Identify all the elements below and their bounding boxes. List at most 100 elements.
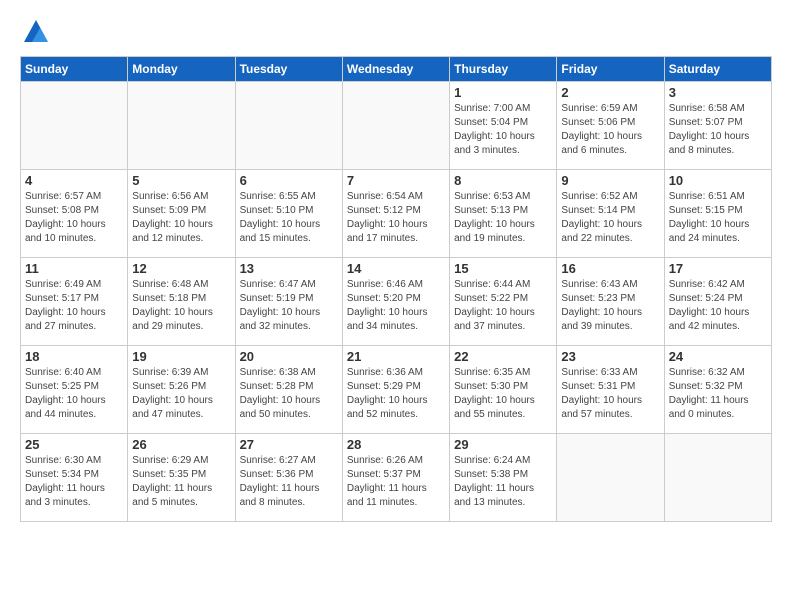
day-number: 18 <box>25 349 123 364</box>
day-number: 26 <box>132 437 230 452</box>
logo <box>20 18 50 46</box>
calendar-cell <box>21 82 128 170</box>
header <box>20 18 772 46</box>
weekday-header-row: SundayMondayTuesdayWednesdayThursdayFrid… <box>21 57 772 82</box>
weekday-header-wednesday: Wednesday <box>342 57 449 82</box>
day-number: 14 <box>347 261 445 276</box>
week-row-1: 4 Sunrise: 6:57 AM Sunset: 5:08 PM Daylig… <box>21 170 772 258</box>
weekday-header-tuesday: Tuesday <box>235 57 342 82</box>
cell-info: Sunrise: 6:46 AM Sunset: 5:20 PM Dayligh… <box>347 278 445 334</box>
day-number: 16 <box>561 261 659 276</box>
weekday-header-thursday: Thursday <box>450 57 557 82</box>
calendar-cell: 18 Sunrise: 6:40 AM Sunset: 5:25 PM Dayli… <box>21 346 128 434</box>
cell-info: Sunrise: 6:43 AM Sunset: 5:23 PM Dayligh… <box>561 278 659 334</box>
cell-info: Sunrise: 6:30 AM Sunset: 5:34 PM Dayligh… <box>25 454 123 510</box>
weekday-header-monday: Monday <box>128 57 235 82</box>
cell-info: Sunrise: 6:53 AM Sunset: 5:13 PM Dayligh… <box>454 190 552 246</box>
calendar-cell: 14 Sunrise: 6:46 AM Sunset: 5:20 PM Dayli… <box>342 258 449 346</box>
cell-info: Sunrise: 6:49 AM Sunset: 5:17 PM Dayligh… <box>25 278 123 334</box>
cell-info: Sunrise: 6:57 AM Sunset: 5:08 PM Dayligh… <box>25 190 123 246</box>
day-number: 5 <box>132 173 230 188</box>
page: SundayMondayTuesdayWednesdayThursdayFrid… <box>0 0 792 532</box>
cell-info: Sunrise: 6:58 AM Sunset: 5:07 PM Dayligh… <box>669 102 767 158</box>
day-number: 19 <box>132 349 230 364</box>
cell-info: Sunrise: 6:59 AM Sunset: 5:06 PM Dayligh… <box>561 102 659 158</box>
cell-info: Sunrise: 6:29 AM Sunset: 5:35 PM Dayligh… <box>132 454 230 510</box>
day-number: 6 <box>240 173 338 188</box>
day-number: 1 <box>454 85 552 100</box>
cell-info: Sunrise: 7:00 AM Sunset: 5:04 PM Dayligh… <box>454 102 552 158</box>
calendar-cell: 29Sunrise: 6:24 AM Sunset: 5:38 PM Dayli… <box>450 434 557 522</box>
calendar-cell: 22 Sunrise: 6:35 AM Sunset: 5:30 PM Dayli… <box>450 346 557 434</box>
calendar-cell: 12Sunrise: 6:48 AM Sunset: 5:18 PM Dayli… <box>128 258 235 346</box>
logo-icon <box>22 18 50 46</box>
cell-info: Sunrise: 6:35 AM Sunset: 5:30 PM Dayligh… <box>454 366 552 422</box>
cell-info: Sunrise: 6:27 AM Sunset: 5:36 PM Dayligh… <box>240 454 338 510</box>
cell-info: Sunrise: 6:51 AM Sunset: 5:15 PM Dayligh… <box>669 190 767 246</box>
cell-info: Sunrise: 6:24 AM Sunset: 5:38 PM Dayligh… <box>454 454 552 510</box>
day-number: 20 <box>240 349 338 364</box>
day-number: 4 <box>25 173 123 188</box>
week-row-2: 11 Sunrise: 6:49 AM Sunset: 5:17 PM Dayli… <box>21 258 772 346</box>
calendar-cell: 1 Sunrise: 7:00 AM Sunset: 5:04 PM Daylig… <box>450 82 557 170</box>
calendar: SundayMondayTuesdayWednesdayThursdayFrid… <box>20 56 772 522</box>
day-number: 9 <box>561 173 659 188</box>
calendar-cell: 26 Sunrise: 6:29 AM Sunset: 5:35 PM Dayli… <box>128 434 235 522</box>
week-row-3: 18 Sunrise: 6:40 AM Sunset: 5:25 PM Dayli… <box>21 346 772 434</box>
day-number: 22 <box>454 349 552 364</box>
day-number: 21 <box>347 349 445 364</box>
calendar-cell: 10 Sunrise: 6:51 AM Sunset: 5:15 PM Dayli… <box>664 170 771 258</box>
weekday-header-saturday: Saturday <box>664 57 771 82</box>
cell-info: Sunrise: 6:47 AM Sunset: 5:19 PM Dayligh… <box>240 278 338 334</box>
calendar-cell: 9 Sunrise: 6:52 AM Sunset: 5:14 PM Daylig… <box>557 170 664 258</box>
calendar-cell: 24 Sunrise: 6:32 AM Sunset: 5:32 PM Dayli… <box>664 346 771 434</box>
cell-info: Sunrise: 6:54 AM Sunset: 5:12 PM Dayligh… <box>347 190 445 246</box>
cell-info: Sunrise: 6:38 AM Sunset: 5:28 PM Dayligh… <box>240 366 338 422</box>
weekday-header-sunday: Sunday <box>21 57 128 82</box>
day-number: 11 <box>25 261 123 276</box>
day-number: 27 <box>240 437 338 452</box>
calendar-cell: 8 Sunrise: 6:53 AM Sunset: 5:13 PM Daylig… <box>450 170 557 258</box>
calendar-cell <box>235 82 342 170</box>
calendar-cell: 19 Sunrise: 6:39 AM Sunset: 5:26 PM Dayli… <box>128 346 235 434</box>
day-number: 10 <box>669 173 767 188</box>
day-number: 15 <box>454 261 552 276</box>
calendar-cell <box>664 434 771 522</box>
cell-info: Sunrise: 6:55 AM Sunset: 5:10 PM Dayligh… <box>240 190 338 246</box>
day-number: 8 <box>454 173 552 188</box>
day-number: 28 <box>347 437 445 452</box>
day-number: 13 <box>240 261 338 276</box>
calendar-cell: 28 Sunrise: 6:26 AM Sunset: 5:37 PM Dayli… <box>342 434 449 522</box>
calendar-cell: 16 Sunrise: 6:43 AM Sunset: 5:23 PM Dayli… <box>557 258 664 346</box>
day-number: 24 <box>669 349 767 364</box>
day-number: 23 <box>561 349 659 364</box>
cell-info: Sunrise: 6:42 AM Sunset: 5:24 PM Dayligh… <box>669 278 767 334</box>
cell-info: Sunrise: 6:26 AM Sunset: 5:37 PM Dayligh… <box>347 454 445 510</box>
calendar-cell: 23Sunrise: 6:33 AM Sunset: 5:31 PM Dayli… <box>557 346 664 434</box>
cell-info: Sunrise: 6:36 AM Sunset: 5:29 PM Dayligh… <box>347 366 445 422</box>
calendar-cell: 17Sunrise: 6:42 AM Sunset: 5:24 PM Dayli… <box>664 258 771 346</box>
cell-info: Sunrise: 6:40 AM Sunset: 5:25 PM Dayligh… <box>25 366 123 422</box>
calendar-cell: 4 Sunrise: 6:57 AM Sunset: 5:08 PM Daylig… <box>21 170 128 258</box>
calendar-cell: 15Sunrise: 6:44 AM Sunset: 5:22 PM Dayli… <box>450 258 557 346</box>
day-number: 7 <box>347 173 445 188</box>
day-number: 3 <box>669 85 767 100</box>
weekday-header-friday: Friday <box>557 57 664 82</box>
calendar-cell: 20 Sunrise: 6:38 AM Sunset: 5:28 PM Dayli… <box>235 346 342 434</box>
calendar-cell: 7 Sunrise: 6:54 AM Sunset: 5:12 PM Daylig… <box>342 170 449 258</box>
calendar-cell: 25 Sunrise: 6:30 AM Sunset: 5:34 PM Dayli… <box>21 434 128 522</box>
cell-info: Sunrise: 6:39 AM Sunset: 5:26 PM Dayligh… <box>132 366 230 422</box>
calendar-cell: 5 Sunrise: 6:56 AM Sunset: 5:09 PM Daylig… <box>128 170 235 258</box>
cell-info: Sunrise: 6:52 AM Sunset: 5:14 PM Dayligh… <box>561 190 659 246</box>
cell-info: Sunrise: 6:56 AM Sunset: 5:09 PM Dayligh… <box>132 190 230 246</box>
calendar-cell <box>557 434 664 522</box>
calendar-cell: 27 Sunrise: 6:27 AM Sunset: 5:36 PM Dayli… <box>235 434 342 522</box>
calendar-cell <box>342 82 449 170</box>
day-number: 25 <box>25 437 123 452</box>
cell-info: Sunrise: 6:32 AM Sunset: 5:32 PM Dayligh… <box>669 366 767 422</box>
day-number: 12 <box>132 261 230 276</box>
week-row-0: 1 Sunrise: 7:00 AM Sunset: 5:04 PM Daylig… <box>21 82 772 170</box>
calendar-cell: 6 Sunrise: 6:55 AM Sunset: 5:10 PM Daylig… <box>235 170 342 258</box>
calendar-cell: 11 Sunrise: 6:49 AM Sunset: 5:17 PM Dayli… <box>21 258 128 346</box>
calendar-cell: 21 Sunrise: 6:36 AM Sunset: 5:29 PM Dayli… <box>342 346 449 434</box>
